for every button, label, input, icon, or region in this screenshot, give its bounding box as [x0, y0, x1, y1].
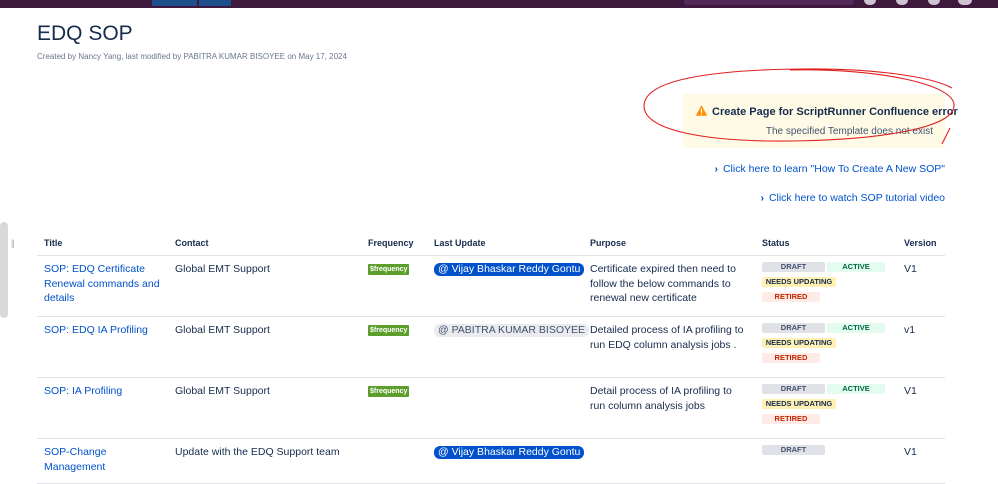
nav-create-button[interactable]	[199, 0, 231, 6]
row-frequency-cell: $frequency	[361, 255, 427, 317]
column-header-version[interactable]: Version	[897, 232, 945, 256]
column-header-contact[interactable]: Contact	[168, 232, 361, 256]
column-header-frequency[interactable]: Frequency	[361, 232, 427, 256]
row-contact: Global EMT Support	[168, 377, 361, 439]
column-header-title[interactable]: Title	[37, 232, 168, 256]
row-frequency-cell	[361, 438, 427, 484]
global-search-input[interactable]	[684, 0, 854, 5]
row-frequency-cell: $frequency	[361, 377, 427, 439]
status-lozenge-active: ACTIVE	[827, 323, 885, 333]
chevron-right-icon: ›	[714, 163, 718, 175]
row-title-cell: SOP: EDQ IA Profiling	[37, 316, 168, 378]
user-mention[interactable]: @ PABITRA KUMAR BISOYEE	[434, 324, 589, 337]
error-title: Create Page for ScriptRunner Confluence …	[695, 104, 958, 118]
column-header-status[interactable]: Status	[755, 232, 897, 256]
row-version: V1	[897, 377, 945, 439]
warning-icon	[695, 105, 708, 116]
status-lozenge-needs-updating: NEEDS UPDATING	[762, 277, 836, 287]
row-title-cell: SOP: EDQ Certificate Renewal commands an…	[37, 255, 168, 317]
status-lozenge-draft: DRAFT	[762, 262, 825, 272]
table-row: SOP-Change Management Update with the ED…	[37, 438, 945, 484]
settings-icon[interactable]	[928, 0, 940, 5]
row-purpose: Certificate expired then need to follow …	[583, 255, 755, 317]
page-byline: Created by Nancy Yang, last modified by …	[37, 52, 347, 61]
error-title-text: Create Page for ScriptRunner Confluence …	[712, 106, 958, 118]
row-frequency-cell: $frequency	[361, 316, 427, 378]
frequency-badge: $frequency	[368, 264, 410, 275]
row-contact: Global EMT Support	[168, 255, 361, 317]
row-purpose: Detailed process of IA profiling to run …	[583, 316, 755, 378]
sop-tutorial-video-link[interactable]: › Click here to watch SOP tutorial video	[760, 192, 945, 204]
status-lozenge-needs-updating: NEEDS UPDATING	[762, 399, 836, 409]
row-purpose	[583, 438, 755, 484]
sop-title-link[interactable]: SOP-Change Management	[44, 446, 106, 473]
sop-title-link[interactable]: SOP: EDQ IA Profiling	[44, 324, 148, 336]
sidebar-resize-handle[interactable]: ||	[11, 238, 15, 248]
row-title-cell: SOP: IA Profiling	[37, 377, 168, 439]
status-lozenge-active: ACTIVE	[827, 384, 885, 394]
row-last-update-cell	[427, 377, 583, 439]
sop-tutorial-video-label: Click here to watch SOP tutorial video	[768, 192, 945, 204]
table-row: SOP: IA Profiling Global EMT Support $fr…	[37, 377, 945, 439]
status-lozenge-active: ACTIVE	[827, 262, 885, 272]
row-version: V1	[897, 255, 945, 317]
sop-table: Title Contact Frequency Last Update Purp…	[37, 232, 945, 484]
row-status-cell: DRAFT	[755, 438, 897, 484]
row-contact: Global EMT Support	[168, 316, 361, 378]
status-lozenge-retired: RETIRED	[762, 353, 820, 363]
page-title: EDQ SOP	[37, 22, 133, 45]
row-last-update-cell: @ Vijay Bhaskar Reddy Gontu	[427, 438, 585, 484]
row-contact: Update with the EDQ Support team	[168, 438, 361, 484]
status-lozenge-needs-updating: NEEDS UPDATING	[762, 338, 836, 348]
frequency-badge: $frequency	[368, 325, 410, 336]
row-last-update-cell: @ Vijay Bhaskar Reddy Gontu	[427, 255, 585, 317]
error-message: The specified Template does not exist	[765, 126, 933, 137]
row-status-cell: DRAFT ACTIVE NEEDS UPDATING RETIRED	[755, 377, 897, 439]
table-row: SOP: EDQ IA Profiling Global EMT Support…	[37, 316, 945, 378]
row-version: v1	[897, 316, 945, 378]
status-lozenge-retired: RETIRED	[762, 292, 820, 302]
sidebar-scrollbar[interactable]	[0, 222, 8, 318]
status-lozenge-retired: RETIRED	[762, 414, 820, 424]
chevron-right-icon: ›	[760, 192, 764, 204]
how-to-create-sop-link[interactable]: › Click here to learn "How To Create A Ne…	[714, 163, 945, 175]
column-header-purpose[interactable]: Purpose	[583, 232, 755, 256]
row-status-cell: DRAFT ACTIVE NEEDS UPDATING RETIRED	[755, 316, 897, 378]
how-to-create-sop-label: Click here to learn "How To Create A New…	[722, 163, 945, 175]
user-mention[interactable]: @ Vijay Bhaskar Reddy Gontu	[434, 263, 585, 276]
status-lozenge-draft: DRAFT	[762, 323, 825, 333]
column-header-last-update[interactable]: Last Update	[427, 232, 583, 256]
sop-title-link[interactable]: SOP: IA Profiling	[44, 385, 122, 397]
frequency-badge: $frequency	[368, 386, 410, 397]
table-header-row: Title Contact Frequency Last Update Purp…	[37, 232, 945, 256]
notifications-icon[interactable]	[864, 0, 876, 5]
table-row: SOP: EDQ Certificate Renewal commands an…	[37, 255, 945, 317]
top-navigation-bar	[0, 0, 998, 8]
row-version: V1	[897, 438, 945, 484]
row-title-cell: SOP-Change Management	[37, 438, 168, 484]
row-purpose: Detail process of IA profiling to run co…	[583, 377, 755, 439]
row-status-cell: DRAFT ACTIVE NEEDS UPDATING RETIRED	[755, 255, 897, 317]
scriptrunner-error-panel: Create Page for ScriptRunner Confluence …	[683, 94, 958, 148]
user-mention[interactable]: @ Vijay Bhaskar Reddy Gontu	[434, 446, 585, 459]
row-last-update-cell: @ PABITRA KUMAR BISOYEE	[427, 316, 589, 378]
nav-button[interactable]	[152, 0, 197, 6]
status-lozenge-draft: DRAFT	[762, 445, 825, 455]
sop-title-link[interactable]: SOP: EDQ Certificate Renewal commands an…	[44, 263, 160, 304]
status-lozenge-draft: DRAFT	[762, 384, 825, 394]
user-avatar[interactable]	[958, 0, 972, 5]
help-icon[interactable]	[896, 0, 908, 5]
